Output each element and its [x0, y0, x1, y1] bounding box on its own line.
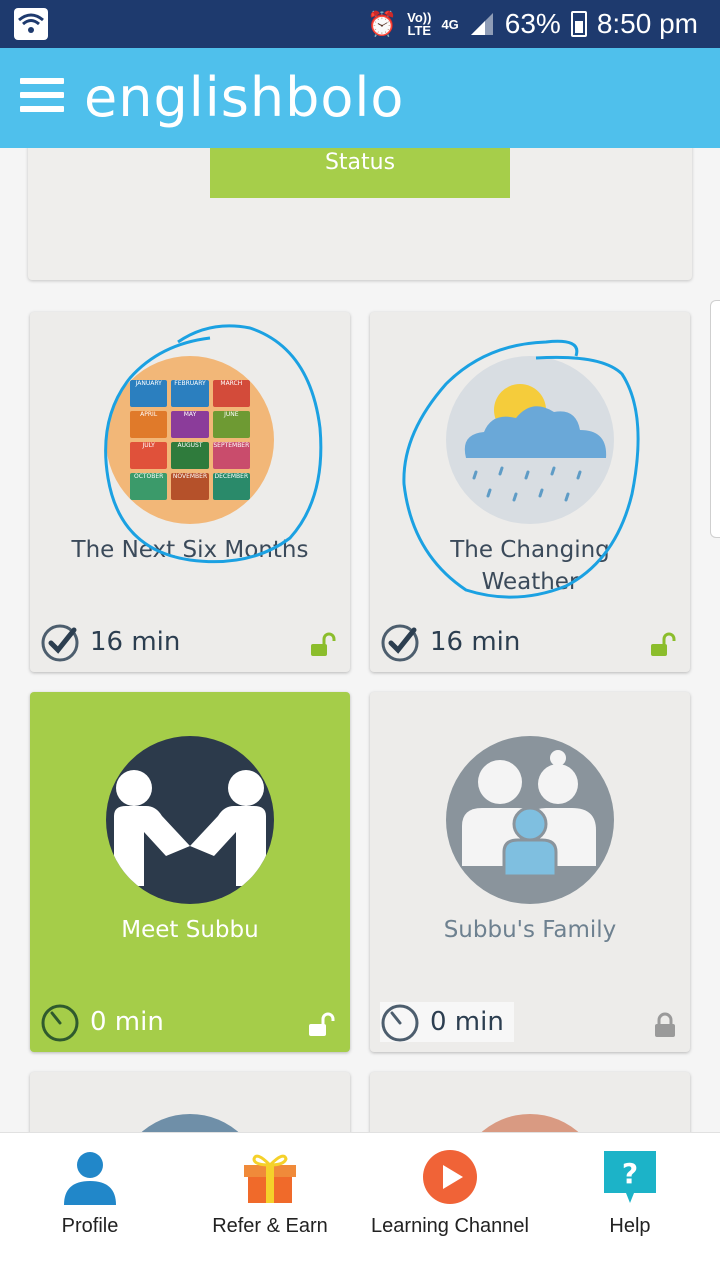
- battery-icon: [570, 11, 587, 37]
- network-type: 4G: [441, 16, 459, 32]
- progress-card: Status: [28, 130, 692, 280]
- family-icon: [446, 736, 614, 904]
- signal-icon: [470, 13, 493, 35]
- check-timer-icon: [381, 624, 419, 662]
- card-title: Meet Subbu: [121, 917, 259, 943]
- card-time: 16 min: [430, 627, 521, 657]
- bottom-navigation: Profile Refer & Earn Learning Channel ?: [0, 1132, 720, 1280]
- battery-percent: 63%: [504, 8, 561, 39]
- lesson-card-changing-weather[interactable]: The Changing Weather 16 min: [370, 312, 690, 672]
- gift-icon: [244, 1154, 296, 1203]
- card-time: 0 min: [90, 1007, 164, 1037]
- profile-icon: [64, 1152, 116, 1205]
- unlock-icon: [651, 632, 676, 656]
- volte-indicator: Vo)) LTE: [407, 10, 432, 38]
- nav-label: Refer & Earn: [212, 1215, 328, 1237]
- card-title: The Next Six Months: [71, 537, 309, 563]
- nav-label: Profile: [61, 1215, 119, 1237]
- play-icon: [423, 1150, 477, 1204]
- side-drawer-handle[interactable]: [710, 300, 720, 538]
- card-title: The Changing Weather: [450, 537, 610, 595]
- app-logo: englishbolo: [84, 66, 405, 129]
- nav-help[interactable]: ? Help: [540, 1133, 720, 1280]
- calendar-month: FEBRUARY: [171, 380, 209, 407]
- nav-label: Learning Channel: [371, 1215, 529, 1237]
- clock: 8:50 pm: [596, 8, 698, 39]
- calendar-month: OCTOBER: [130, 473, 168, 500]
- svg-text:?: ?: [622, 1157, 638, 1190]
- calendar-month: NOVEMBER: [171, 473, 209, 500]
- card-duration: 0 min: [40, 1002, 164, 1042]
- nav-refer-earn[interactable]: Refer & Earn: [180, 1133, 360, 1280]
- unlock-icon: [309, 1012, 335, 1036]
- lesson-card-subbus-family[interactable]: Subbu's Family 0 min: [370, 692, 690, 1052]
- card-duration: 0 min: [380, 1002, 514, 1042]
- app-screen: ⏰ Vo)) LTE 4G 63% 8:50 pm Status english…: [0, 0, 720, 1280]
- calendar-month: JANUARY: [130, 380, 168, 407]
- card-duration: 16 min: [380, 622, 520, 662]
- calendar-month: MAY: [171, 411, 209, 438]
- calendar-month: AUGUST: [171, 442, 209, 469]
- nav-profile[interactable]: Profile: [0, 1133, 180, 1280]
- timer-icon: [41, 1004, 79, 1042]
- lock-icon: [655, 1012, 675, 1037]
- calendar-icon: JANUARY FEBRUARY MARCH APRIL MAY JUNE JU…: [106, 356, 274, 524]
- nav-label: Help: [609, 1215, 651, 1237]
- calendar-month: JULY: [130, 442, 168, 469]
- nav-learning-channel[interactable]: Learning Channel: [360, 1133, 540, 1280]
- check-timer-icon: [41, 624, 79, 662]
- unlock-icon: [311, 632, 336, 656]
- calendar-month: APRIL: [130, 411, 168, 438]
- alarm-icon: ⏰: [367, 10, 398, 38]
- card-title: Subbu's Family: [443, 917, 617, 943]
- card-duration: 16 min: [40, 622, 180, 662]
- wifi-icon: [14, 8, 48, 40]
- weather-icon: [446, 356, 614, 524]
- handshake-icon: [106, 736, 274, 904]
- menu-icon[interactable]: [20, 78, 64, 118]
- card-time: 16 min: [90, 627, 181, 657]
- lesson-card-next-six-months[interactable]: JANUARY FEBRUARY MARCH APRIL MAY JUNE JU…: [30, 312, 350, 672]
- help-icon: ?: [604, 1151, 656, 1203]
- calendar-month: SEPTEMBER: [212, 442, 250, 469]
- app-bar: englishbolo: [0, 48, 720, 148]
- calendar-month: JUNE: [212, 411, 250, 438]
- calendar-month: MARCH: [212, 380, 250, 407]
- lesson-card-meet-subbu[interactable]: Meet Subbu 0 min: [30, 692, 350, 1052]
- card-time: 0 min: [430, 1007, 504, 1037]
- status-bar: ⏰ Vo)) LTE 4G 63% 8:50 pm: [0, 0, 720, 48]
- timer-icon: [381, 1004, 419, 1042]
- status-button[interactable]: Status: [210, 140, 510, 198]
- calendar-month: DECEMBER: [212, 473, 250, 500]
